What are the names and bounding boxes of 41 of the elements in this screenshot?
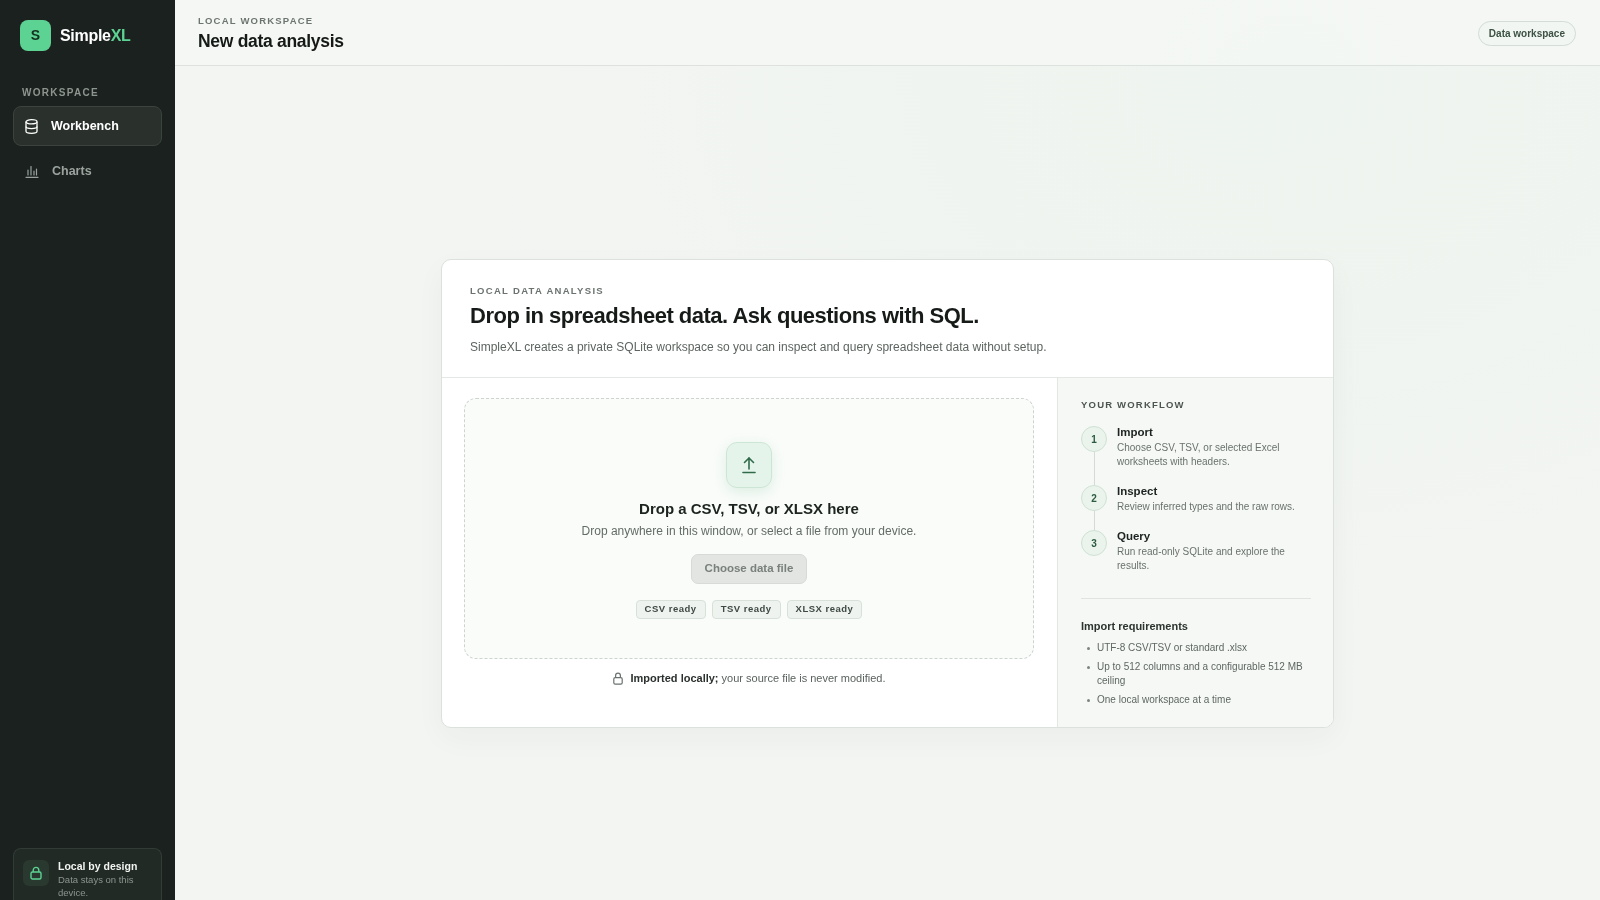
format-tag: XLSX ready bbox=[786, 600, 863, 619]
lock-icon bbox=[612, 671, 623, 685]
upload-icon bbox=[726, 442, 772, 488]
section-label: WORKSPACE bbox=[21, 87, 101, 99]
format-tag: TSV ready bbox=[711, 600, 781, 619]
step-number: 3 bbox=[1081, 530, 1107, 556]
step-title: Query bbox=[1117, 529, 1152, 543]
privacy-title: Local by design bbox=[58, 860, 139, 873]
workspace-badge: Data workspace bbox=[1477, 21, 1576, 46]
workflow-title: YOUR WORKFLOW bbox=[1081, 399, 1186, 411]
step-description: Review inferred types and the raw rows. bbox=[1117, 500, 1295, 514]
drop-title: Drop a CSV, TSV, or XLSX here bbox=[639, 499, 859, 519]
privacy-text: Data stays on this device. bbox=[58, 873, 135, 899]
step-title: Import bbox=[1117, 425, 1154, 439]
step-number: 1 bbox=[1081, 426, 1107, 452]
format-tag: CSV ready bbox=[635, 600, 706, 619]
lock-icon bbox=[23, 860, 49, 886]
step-number: 2 bbox=[1081, 485, 1107, 511]
bullet-icon bbox=[1087, 666, 1090, 669]
header-eyebrow: LOCAL WORKSPACE bbox=[198, 15, 315, 27]
brand-name: SimpleXL bbox=[60, 25, 131, 46]
card-subtitle: SimpleXL creates a private SQLite workspace so you can inspect and query spreadsheet data without setup. bbox=[470, 339, 1048, 356]
logo-mark: S bbox=[20, 20, 51, 51]
bar-chart-icon bbox=[25, 164, 39, 178]
requirements-title: Import requirements bbox=[1081, 619, 1189, 633]
step-description: Choose CSV, TSV, or selected Excel worksheets with headers. bbox=[1117, 441, 1281, 469]
card-title: Drop in spreadsheet data. Ask questions with SQL. bbox=[470, 302, 980, 330]
bullet-icon bbox=[1087, 647, 1090, 650]
page-title: New data analysis bbox=[198, 30, 344, 52]
sidebar-item[interactable]: Workbench bbox=[13, 106, 162, 146]
step-description: Run read-only SQLite and explore the results. bbox=[1117, 545, 1286, 573]
card-eyebrow: LOCAL DATA ANALYSIS bbox=[470, 285, 605, 297]
requirement-text: Up to 512 columns and a configurable 512 MB ceiling bbox=[1097, 660, 1304, 688]
sidebar-item[interactable]: Charts bbox=[13, 151, 162, 191]
database-icon bbox=[25, 118, 38, 134]
step-title: Inspect bbox=[1117, 484, 1159, 498]
requirement-text: UTF-8 CSV/TSV or standard .xlsx bbox=[1097, 641, 1248, 655]
bullet-icon bbox=[1087, 699, 1090, 702]
import-note: Imported locally; your source file is never modified. bbox=[630, 671, 886, 685]
drop-hint: Drop anywhere in this window, or select a file from your device. bbox=[581, 523, 917, 539]
requirement-text: One local workspace at a time bbox=[1097, 693, 1231, 707]
